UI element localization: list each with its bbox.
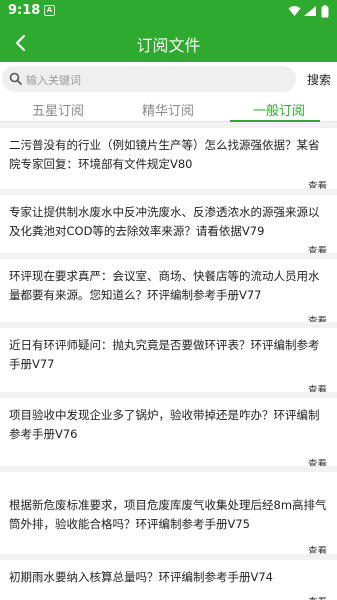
list-item[interactable]: 根据新危废标准要求，项目危废库废气收集处理后经8m高排气筒外排，验收能合格吗？环…	[0, 466, 337, 557]
item-title: 环评现在要求真严：会议室、商场、快餐店等的流动人员用水量都要有来源。您知道么？环…	[9, 269, 320, 302]
list-item[interactable]: 项目验收中发现企业多了锅炉，验收带掉还是咋办？环评编制参考手册V76 查看	[0, 392, 337, 470]
app-bar: 订阅文件	[0, 24, 337, 62]
search-input[interactable]: 输入关键词	[2, 66, 296, 92]
item-title: 专家让提供制水废水中反冲洗废水、反渗透浓水的源强来源以及化粪池对COD等的去除效…	[9, 205, 320, 238]
search-bar: 输入关键词 搜索	[0, 62, 337, 96]
list-item[interactable]: 初期雨水要纳入核算总量吗？环评编制参考手册V74 查看	[0, 554, 337, 600]
subscription-list: 二污普没有的行业（例如镜片生产等）怎么找源强依据？某省院专家回复：环境部有文件规…	[0, 122, 337, 600]
list-item[interactable]: 专家让提供制水废水中反冲洗废水、反渗透浓水的源强来源以及化粪池对COD等的去除效…	[0, 189, 337, 257]
search-placeholder: 输入关键词	[26, 74, 81, 87]
status-bar: 9:18 A	[0, 0, 337, 24]
page-title: 订阅文件	[136, 36, 201, 55]
item-title: 根据新危废标准要求，项目危废库废气收集处理后经8m高排气筒外排，验收能合格吗？环…	[9, 498, 327, 531]
status-time: 9:18	[8, 3, 41, 18]
search-icon	[9, 72, 22, 85]
item-title: 近日有环评师疑问：抛丸究竟是否要做环评表？环评编制参考手册V77	[9, 338, 320, 371]
list-item[interactable]: 近日有环评师疑问：抛丸究竟是否要做环评表？环评编制参考手册V77 查看	[0, 322, 337, 396]
item-title: 二污普没有的行业（例如镜片生产等）怎么找源强依据？某省院专家回复：环境部有文件规…	[9, 138, 320, 171]
view-button[interactable]: 查看	[308, 594, 327, 600]
tab-bar: 五星订阅 精华订阅 一般订阅	[0, 96, 337, 122]
list-item[interactable]: 二污普没有的行业（例如镜片生产等）怎么找源强依据？某省院专家回复：环境部有文件规…	[0, 122, 337, 192]
list-item[interactable]: 环评现在要求真严：会议室、商场、快餐店等的流动人员用水量都要有来源。您知道么？环…	[0, 253, 337, 327]
search-button[interactable]: 搜索	[307, 71, 331, 88]
item-title: 项目验收中发现企业多了锅炉，验收带掉还是咋办？环评编制参考手册V76	[9, 408, 320, 441]
tab-featured[interactable]: 精华订阅	[142, 100, 194, 119]
notification-icon: A	[44, 5, 55, 16]
item-title: 初期雨水要纳入核算总量吗？环评编制参考手册V74	[9, 570, 273, 584]
wifi-icon	[288, 6, 301, 16]
tab-five-star[interactable]: 五星订阅	[32, 100, 84, 119]
tab-general[interactable]: 一般订阅	[253, 100, 305, 119]
battery-icon	[321, 5, 329, 18]
signal-icon	[304, 6, 316, 16]
